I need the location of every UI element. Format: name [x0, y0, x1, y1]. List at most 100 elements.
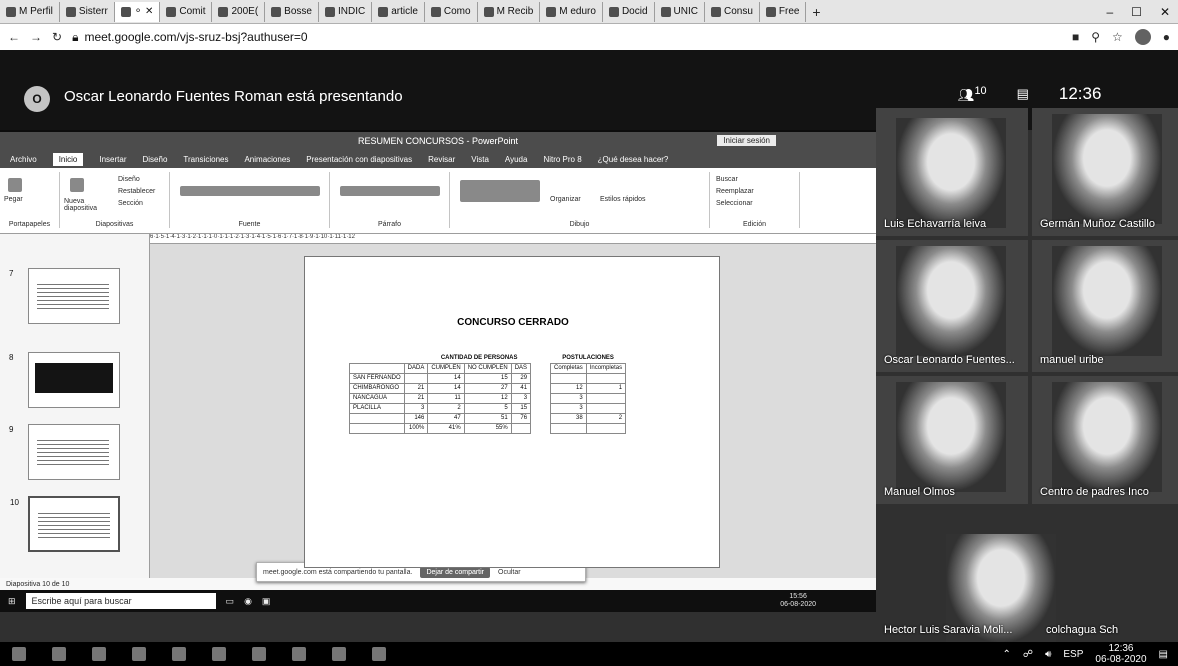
tab-favicon-icon	[120, 6, 131, 17]
browser-tab[interactable]: Sisterr	[60, 1, 115, 22]
stop-sharing-button[interactable]: Dejar de compartir	[420, 566, 491, 578]
shared-search-box[interactable]: Escribe aquí para buscar	[25, 593, 216, 609]
back-arrow-icon[interactable]: ←	[8, 30, 20, 44]
browser-tab[interactable]: article	[372, 1, 425, 22]
word-icon[interactable]	[132, 647, 146, 661]
find-button[interactable]: Buscar	[716, 176, 738, 183]
slide-thumbnail[interactable]: 7	[9, 268, 120, 324]
arrange-button[interactable]: Organizar	[550, 196, 581, 203]
forward-arrow-icon[interactable]: →	[30, 30, 42, 44]
quick-styles-button[interactable]: Estilos rápidos	[600, 196, 646, 203]
ribbon-tab[interactable]: Archivo	[10, 155, 37, 164]
taskview-icon[interactable]: ▭	[226, 596, 235, 607]
layout-button[interactable]: Diseño	[118, 176, 140, 183]
ribbon-tab[interactable]: Transiciones	[183, 155, 228, 164]
close-icon[interactable]: ✕	[1160, 5, 1170, 19]
browser-tab[interactable]: M Perfil	[0, 1, 60, 22]
participant-tile[interactable]: Centro de padres Inco	[1032, 376, 1178, 504]
restore-icon[interactable]: ☐	[1131, 5, 1142, 19]
media-icon[interactable]	[212, 647, 226, 661]
reload-icon[interactable]: ↻	[52, 30, 62, 44]
excel-icon[interactable]	[332, 647, 346, 661]
browser-tab[interactable]: Consu	[705, 1, 760, 22]
participants-button[interactable]: 👥︎10	[958, 85, 987, 103]
ribbon-tab[interactable]: Ayuda	[505, 155, 528, 164]
windows-start-icon[interactable]	[12, 647, 26, 661]
section-button[interactable]: Sección	[118, 200, 143, 207]
ribbon-tab[interactable]: Insertar	[99, 155, 126, 164]
browser-tab[interactable]: M eduro	[540, 1, 603, 22]
browser-tab[interactable]: M Recib	[478, 1, 541, 22]
participant-tile[interactable]: Germán Muñoz Castillo	[1032, 108, 1178, 236]
paste-button[interactable]: Pegar	[4, 196, 23, 203]
browser-tab[interactable]: Como	[425, 1, 478, 22]
chat-icon[interactable]: ▤	[1017, 86, 1029, 102]
participant-tile[interactable]: Luis Echavarría leiva	[876, 108, 1028, 236]
participant-tile[interactable]: Hector Luis Saravia Moli... colchagua Sc…	[876, 508, 1178, 642]
extension-icon[interactable]: ●	[1163, 30, 1170, 44]
slide-thumbnail-selected[interactable]: 10	[10, 496, 120, 552]
zoom-icon[interactable]: ⚲	[1091, 30, 1100, 44]
ribbon-tab[interactable]: Nitro Pro 8	[543, 155, 581, 164]
chevron-up-icon[interactable]: ⌃	[1003, 649, 1011, 660]
shapes-gallery[interactable]	[460, 180, 540, 202]
participant-tile[interactable]: Manuel Olmos	[876, 376, 1028, 504]
language-indicator[interactable]: ESP	[1063, 649, 1083, 660]
signin-button[interactable]: Iniciar sesión	[717, 135, 776, 146]
ribbon-tab[interactable]: Revisar	[428, 155, 455, 164]
new-slide-icon[interactable]	[70, 178, 84, 192]
edge-icon[interactable]	[252, 647, 266, 661]
replace-button[interactable]: Reemplazar	[716, 188, 754, 195]
star-icon[interactable]: ☆	[1112, 30, 1123, 44]
browser-tab[interactable]: Bosse	[265, 1, 319, 22]
reset-button[interactable]: Restablecer	[118, 188, 155, 195]
minimize-icon[interactable]: –	[1106, 5, 1113, 19]
paragraph-controls[interactable]	[340, 186, 440, 196]
notifications-icon[interactable]: ▤	[1159, 649, 1168, 660]
ribbon-tab-active[interactable]: Inicio	[52, 152, 84, 166]
settings-icon[interactable]	[172, 647, 186, 661]
ribbon-tab[interactable]: Presentación con diapositivas	[306, 155, 412, 164]
slide-thumbnail[interactable]: 8	[9, 352, 120, 408]
tell-me-search[interactable]: ¿Qué desea hacer?	[598, 155, 669, 164]
select-button[interactable]: Seleccionar	[716, 200, 753, 207]
browser-tab[interactable]: UNIC	[655, 1, 705, 22]
network-icon[interactable]: ☍	[1023, 649, 1033, 660]
browser-tab[interactable]: INDIC	[319, 1, 373, 22]
system-tray: ⌃ ☍ 🔊︎ ESP 12:36 06-08-2020 ▤	[1003, 643, 1178, 665]
browser-tab[interactable]: 200E(	[212, 1, 266, 22]
participant-tile[interactable]: Oscar Leonardo Fuentes...	[876, 240, 1028, 372]
search-icon[interactable]	[52, 647, 66, 661]
participant-tile[interactable]: manuel uribe	[1032, 240, 1178, 372]
profile-avatar[interactable]	[1134, 29, 1151, 45]
hide-notice-button[interactable]: Ocultar	[498, 569, 521, 576]
slide-number: 7	[9, 269, 14, 278]
url-field[interactable]: 🔒︎ meet.google.com/vjs-sruz-bsj?authuser…	[72, 28, 1062, 46]
ribbon-tab[interactable]: Animaciones	[244, 155, 290, 164]
taskbar-clock[interactable]: 12:36 06-08-2020	[1095, 643, 1146, 665]
chrome-icon[interactable]: ◉	[244, 596, 252, 607]
ribbon-tab[interactable]: Vista	[471, 155, 489, 164]
paste-icon[interactable]	[8, 178, 22, 192]
table-cell: 76	[510, 412, 532, 424]
photos-icon[interactable]	[292, 647, 306, 661]
new-slide-button[interactable]: Nueva diapositiva	[64, 198, 114, 212]
slide-thumbnail[interactable]: 9	[9, 424, 120, 480]
chrome-icon[interactable]	[92, 647, 106, 661]
browser-tab-active[interactable]: ⚬ ✕	[114, 1, 161, 22]
person-icon[interactable]	[372, 647, 386, 661]
new-tab-button[interactable]: +	[806, 4, 826, 20]
current-slide[interactable]: CONCURSO CERRADO CANTIDAD DE PERSONAS PO…	[304, 256, 720, 568]
volume-icon[interactable]: 🔊︎	[1045, 649, 1051, 660]
browser-tab[interactable]: Comit	[160, 1, 213, 22]
browser-tab[interactable]: Free	[760, 1, 807, 22]
participant-count: 10	[974, 84, 987, 97]
font-controls[interactable]	[180, 186, 320, 196]
ribbon-group-editing: Buscar Reemplazar Seleccionar Edición	[710, 172, 800, 228]
browser-tab[interactable]: Docid	[603, 1, 655, 22]
camera-icon[interactable]: ■	[1072, 30, 1079, 44]
powerpoint-icon[interactable]: ▣	[262, 596, 271, 607]
ribbon-tab[interactable]: Diseño	[143, 155, 168, 164]
windows-start-icon[interactable]: ⊞	[8, 596, 16, 607]
table-group-header: CANTIDAD DE PERSONAS POSTULACIONES	[350, 353, 626, 363]
